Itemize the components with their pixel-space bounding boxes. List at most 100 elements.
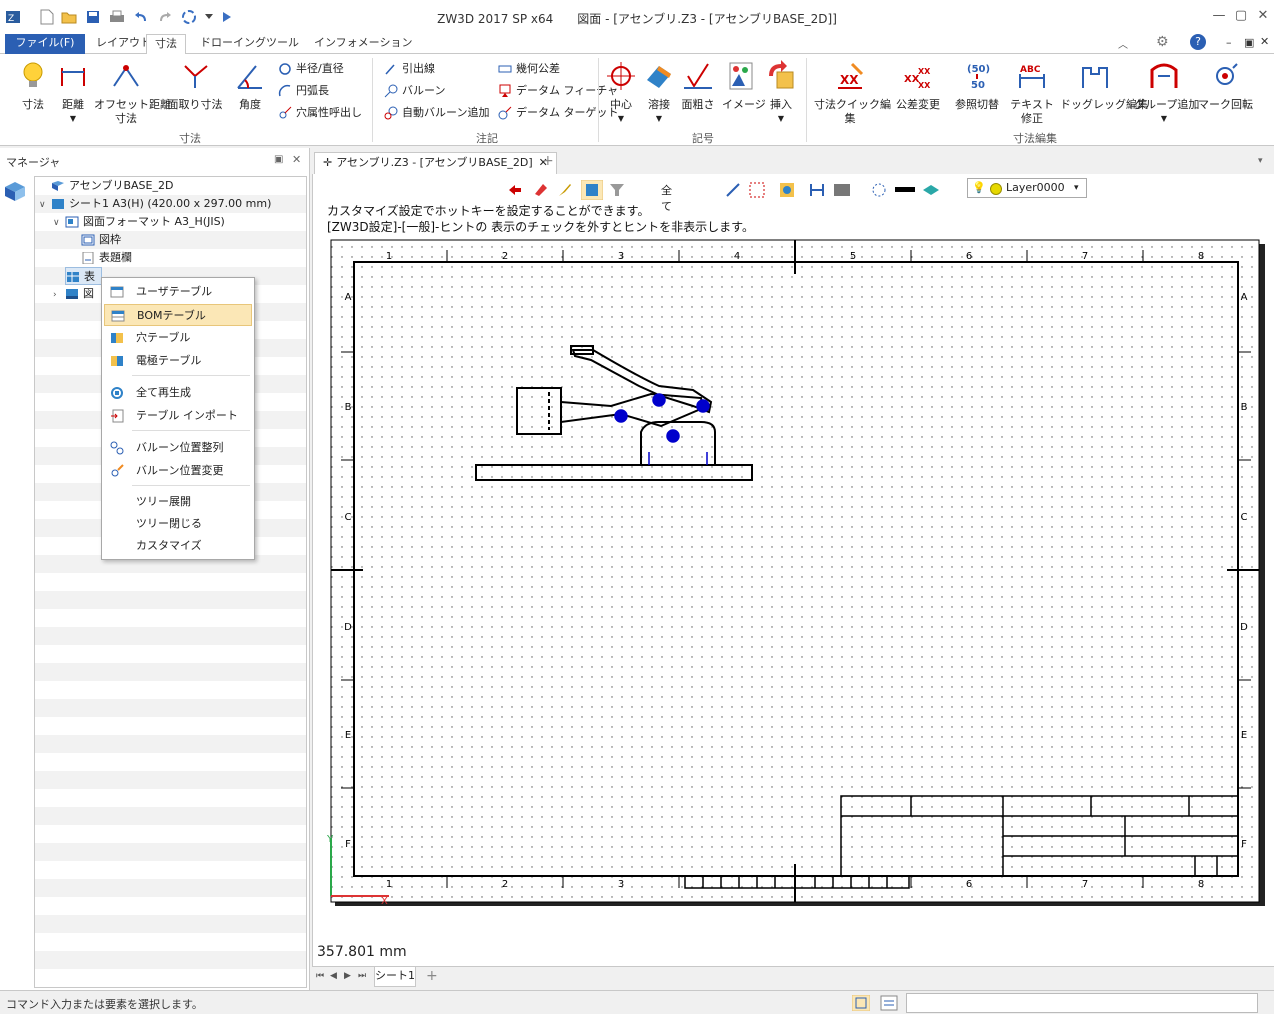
reference-toggle-button[interactable]: (50) 50 参照切替 — [950, 60, 1004, 112]
drawing-canvas[interactable]: 全て 💡 Layer0000 ▾ カスタマイズ設定でホットキーを設定することがで… — [312, 174, 1274, 966]
collapse-ribbon-icon[interactable]: ︿ — [1118, 36, 1128, 51]
filter-icon[interactable] — [609, 182, 625, 198]
chamfer-dimension-button[interactable]: 面取り寸法 — [166, 60, 224, 112]
row-label-left: B — [345, 402, 352, 413]
dotted-circle-icon[interactable] — [871, 182, 887, 198]
radius-diameter-button[interactable]: 半径/直径 — [278, 60, 344, 78]
command-input[interactable] — [906, 993, 1258, 1013]
menu-user-table[interactable]: ユーザテーブル — [104, 281, 252, 303]
svg-text:ABC: ABC — [1020, 65, 1041, 75]
menu-electrode-table[interactable]: 電極テーブル — [104, 350, 252, 372]
datum-feature-button[interactable]: データム フィーチャ — [498, 82, 618, 100]
line-weight-icon[interactable] — [895, 185, 915, 195]
image-button[interactable]: イメージ — [722, 60, 766, 112]
geometric-tolerance-button[interactable]: 幾何公差 — [498, 60, 560, 78]
image-label: イメージ — [722, 98, 766, 111]
snap-icon[interactable] — [725, 182, 741, 198]
insert-button[interactable]: 挿入 ▼ — [764, 60, 798, 126]
weld-button[interactable]: 溶接 ▼ — [642, 60, 676, 126]
tolerance-change-button[interactable]: XX XX XX 公差変更 — [890, 60, 946, 112]
dogleg-edit-button[interactable]: ドッグレッグ編集 — [1060, 60, 1148, 112]
minimize-button[interactable]: — — [1208, 6, 1230, 26]
tab-list-icon[interactable]: ▾ — [1258, 156, 1263, 166]
status-list-icon[interactable] — [880, 995, 898, 1011]
doc-minimize-button[interactable]: – — [1226, 36, 1232, 49]
expand-arrow-icon[interactable]: › — [53, 286, 65, 304]
prev-sheet-icon[interactable]: ◀ — [330, 971, 337, 981]
geometric-tolerance-icon — [498, 65, 512, 73]
first-sheet-icon[interactable]: ⏮ — [316, 971, 324, 981]
menu-bom-table[interactable]: BOMテーブル — [104, 304, 252, 326]
tab-dimension[interactable]: 寸法 — [146, 34, 186, 55]
surface-roughness-button[interactable]: 面粗さ — [680, 60, 716, 112]
collapse-arrow-icon[interactable]: ∨ — [53, 214, 65, 232]
menu-hole-table[interactable]: 穴テーブル — [104, 327, 252, 349]
tree-node-frame[interactable]: 図枠 — [81, 231, 121, 249]
menu-balloon-move[interactable]: バルーン位置変更 — [104, 460, 252, 482]
collapse-arrow-icon[interactable]: ∨ — [39, 196, 51, 214]
grid-icon[interactable] — [749, 182, 765, 198]
menu-tree-expand[interactable]: ツリー展開 — [104, 491, 252, 513]
dimension-snap-icon[interactable] — [809, 182, 825, 198]
menu-tree-collapse[interactable]: ツリー閉じる — [104, 513, 252, 535]
pin-icon[interactable]: ▣ — [274, 154, 283, 165]
dimension-button[interactable]: 寸法 — [14, 60, 52, 112]
menu-balloon-align[interactable]: バルーン位置整列 — [104, 437, 252, 459]
tab-information[interactable]: インフォメーション — [306, 34, 420, 54]
view-style-icon[interactable] — [779, 182, 795, 198]
tab-file[interactable]: ファイル(F) — [5, 34, 85, 54]
panel-close-icon[interactable]: ✕ — [292, 153, 301, 166]
auto-balloon-button[interactable]: 自動バルーン追加 — [384, 104, 489, 122]
group-add-button[interactable]: グループ追加 ▼ — [1134, 60, 1199, 126]
sheet-tab[interactable]: シート1 — [374, 967, 416, 987]
exit-icon[interactable] — [507, 182, 523, 198]
document-tab[interactable]: ✛ アセンブリ.Z3 - [アセンブリBASE_2D] ✕ — [314, 152, 557, 174]
tree-node-title-block[interactable]: 表題欄 — [81, 249, 132, 267]
new-tab-icon[interactable]: + — [542, 153, 554, 169]
menu-customize[interactable]: カスタマイズ — [104, 535, 252, 557]
mark-rotate-button[interactable]: マーク回転 — [1198, 60, 1253, 112]
tree-node-root[interactable]: アセンブリBASE_2D — [39, 177, 173, 195]
center-button[interactable]: 中心 ▼ — [604, 60, 638, 126]
menu-regenerate-all[interactable]: 全て再生成 — [104, 382, 252, 404]
doc-restore-button[interactable]: ▣ — [1244, 36, 1254, 49]
maximize-button[interactable]: ▢ — [1230, 6, 1252, 26]
balloon-icon — [384, 84, 398, 98]
menu-table-import[interactable]: テーブル インポート — [104, 405, 252, 427]
last-sheet-icon[interactable]: ⏭ — [358, 971, 366, 981]
doc-close-button[interactable]: ✕ — [1260, 35, 1269, 48]
close-button[interactable]: ✕ — [1252, 6, 1274, 26]
distance-label: 距離 — [62, 98, 84, 111]
filter-select[interactable]: 全て — [661, 182, 672, 214]
next-sheet-icon[interactable]: ▶ — [344, 971, 351, 981]
dogleg-edit-icon — [1082, 67, 1108, 88]
leader-button[interactable]: 引出線 — [384, 60, 435, 78]
layer-select[interactable]: 💡 Layer0000 ▾ — [967, 178, 1087, 198]
datum-target-button[interactable]: データム ターゲット — [498, 104, 619, 122]
help-icon[interactable]: ? — [1190, 34, 1206, 50]
arc-length-button[interactable]: 円弧長 — [278, 82, 329, 100]
hole-callout-button[interactable]: 穴属性呼出し — [278, 104, 362, 122]
row-label-right: B — [1241, 402, 1248, 413]
quick-dim-edit-button[interactable]: XX 寸法クイック編 集 — [814, 60, 891, 126]
add-sheet-icon[interactable]: + — [426, 968, 438, 984]
offset-distance-button[interactable]: オフセット距離 寸法 — [94, 60, 171, 126]
reference-toggle-label: 参照切替 — [955, 98, 999, 111]
brush-icon[interactable] — [557, 182, 573, 198]
layer-manager-icon[interactable] — [921, 182, 941, 198]
distance-button[interactable]: 距離 ▼ — [56, 60, 90, 126]
tree-node-sheet[interactable]: ∨ シート1 A3(H) (420.00 x 297.00 mm) — [39, 195, 271, 213]
text-modify-button[interactable]: ABC テキスト 修正 — [1008, 60, 1056, 126]
angle-button[interactable]: 角度 — [232, 60, 268, 112]
color-icon[interactable] — [833, 182, 851, 198]
status-panel-icon[interactable] — [852, 995, 870, 1011]
filter-active-icon[interactable] — [581, 180, 603, 200]
balloon-button[interactable]: バルーン — [384, 82, 445, 100]
tree-node-view[interactable]: › 図 — [53, 285, 94, 303]
tree-node-format[interactable]: ∨ 図面フォーマット A3_H(JIS) — [53, 213, 225, 231]
assembly-manager-icon[interactable] — [2, 178, 32, 208]
tab-tools[interactable]: ツール — [258, 34, 307, 54]
tree-node-table[interactable]: 表 — [65, 267, 102, 285]
eraser-icon[interactable] — [533, 182, 549, 198]
settings-gear-icon[interactable]: ⚙ — [1156, 34, 1169, 50]
